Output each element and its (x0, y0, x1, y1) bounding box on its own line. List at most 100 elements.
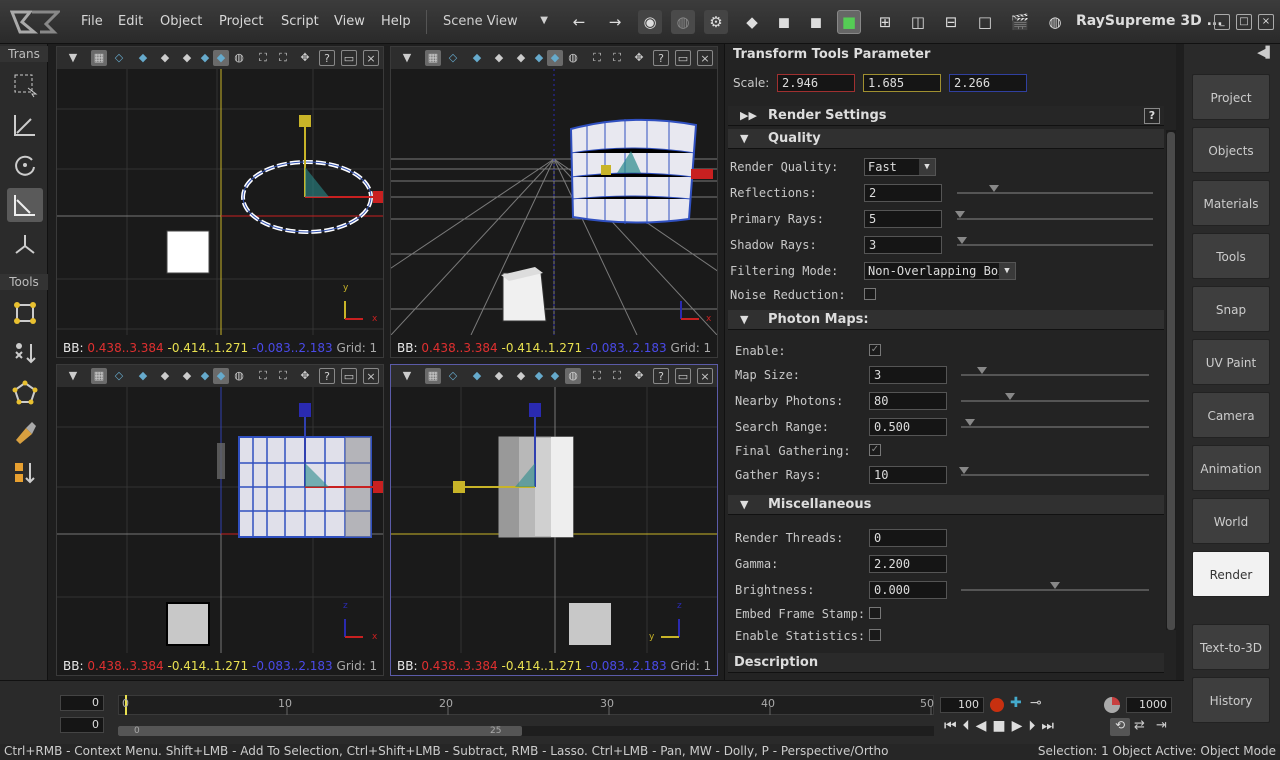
fit-view-icon[interactable]: ⛶ (589, 368, 605, 384)
tab-project[interactable]: Project (1192, 74, 1270, 120)
tab-snap[interactable]: Snap (1192, 286, 1270, 332)
search-range-field[interactable] (869, 418, 947, 436)
remove-keyframe-icon[interactable]: ⊸ (1030, 695, 1042, 711)
grid-toggle-icon[interactable]: ▦ (91, 368, 107, 384)
enable-checkbox[interactable]: ✓ (869, 344, 881, 356)
record-icon[interactable] (990, 698, 1004, 712)
zoom-fit-icon[interactable]: ⛶ (609, 50, 625, 66)
end-frame-field[interactable]: 100 (940, 697, 984, 713)
render-region-icon[interactable]: ◍ (671, 10, 695, 34)
render-settings-icon[interactable]: ⚙ (704, 10, 728, 34)
viewport-menu-icon[interactable]: ▼ (65, 50, 81, 66)
shade-flat-icon[interactable]: ◼ (772, 10, 796, 34)
maximize-icon[interactable]: ▭ (341, 368, 357, 384)
slider-handle[interactable] (959, 467, 969, 474)
slider-handle[interactable] (965, 419, 975, 426)
viewport-front[interactable]: ▼ ▦ ◇ ◆ ◆ ◆ ◆ ◆ ◍ ⛶ ⛶ ✥ ? ▭ × z x BB: 0.… (56, 364, 384, 676)
cube-icon[interactable]: ◆ (547, 368, 563, 384)
menu-edit[interactable]: Edit (118, 14, 143, 29)
shade-smooth-icon[interactable]: ◼ (804, 10, 828, 34)
select-tool-icon[interactable] (7, 68, 43, 102)
cube-icon[interactable]: ◆ (135, 50, 151, 66)
cube-icon[interactable]: ◆ (491, 50, 507, 66)
stop-icon[interactable]: ■ (992, 718, 1011, 734)
cube-icon[interactable]: ◆ (531, 368, 547, 384)
enable-statistics-checkbox[interactable] (869, 629, 881, 641)
cube-icon[interactable]: ◆ (469, 50, 485, 66)
reflections-slider[interactable] (957, 192, 1153, 194)
current-frame-field[interactable]: 0 (60, 717, 104, 733)
tab-tools[interactable]: Tools (1192, 233, 1270, 279)
prev-frame-icon[interactable]: ◀ (976, 718, 993, 734)
render-icon[interactable]: ◉ (638, 10, 662, 34)
cube-icon[interactable]: ◆ (547, 50, 563, 66)
wire-cube-icon[interactable]: ◇ (111, 50, 127, 66)
fit-view-icon[interactable]: ⛶ (589, 50, 605, 66)
close-icon[interactable]: × (697, 368, 713, 384)
map-size-field[interactable] (869, 366, 947, 384)
cube-icon[interactable]: ◆ (491, 368, 507, 384)
menu-project[interactable]: Project (219, 14, 263, 29)
align-tool-icon[interactable] (7, 336, 43, 370)
cube-icon[interactable]: ◆ (213, 50, 229, 66)
cube-object[interactable] (569, 603, 611, 645)
clapper-icon[interactable]: 🎬 (1008, 10, 1032, 34)
paint-tool-icon[interactable] (7, 416, 43, 450)
step-back-icon[interactable]: ⏴ (963, 718, 976, 734)
gather-rays-field[interactable] (869, 466, 947, 484)
gamma-field[interactable] (869, 555, 947, 573)
scale-tool-icon[interactable] (7, 108, 43, 142)
help-icon[interactable]: ? (319, 50, 335, 66)
minimize-icon[interactable]: _ (1214, 14, 1230, 30)
help-icon[interactable]: ? (653, 368, 669, 384)
sphere-icon[interactable]: ◍ (565, 368, 581, 384)
menu-file[interactable]: File (81, 14, 103, 29)
menu-view[interactable]: View (334, 14, 365, 29)
cube-icon[interactable]: ◆ (179, 368, 195, 384)
tab-history[interactable]: History (1192, 677, 1270, 723)
next-frame-icon[interactable]: ⏵ (1028, 718, 1041, 734)
rotate-tool-icon[interactable] (7, 148, 43, 182)
close-icon[interactable]: × (363, 368, 379, 384)
nearby-photons-field[interactable] (869, 392, 947, 410)
zoom-fit-icon[interactable]: ⛶ (275, 368, 291, 384)
close-icon[interactable]: × (1258, 14, 1274, 30)
map-size-slider[interactable] (961, 374, 1149, 376)
tab-objects[interactable]: Objects (1192, 127, 1270, 173)
shadow-rays-field[interactable] (864, 236, 942, 254)
slider-handle[interactable] (957, 237, 967, 244)
search-range-slider[interactable] (961, 426, 1149, 428)
cube-icon[interactable]: ◆ (197, 50, 213, 66)
vertex-tool-icon[interactable] (7, 296, 43, 330)
cube-icon[interactable]: ◆ (513, 50, 529, 66)
slider-handle[interactable] (977, 367, 987, 374)
cube-icon[interactable]: ◆ (179, 50, 195, 66)
play-once-icon[interactable]: ⇥ (1156, 718, 1167, 733)
shade-textured-icon[interactable]: ■ (837, 10, 861, 34)
menu-help[interactable]: Help (381, 14, 411, 29)
viewport-menu-icon[interactable]: ▼ (399, 368, 415, 384)
sphere-icon[interactable]: ◍ (231, 368, 247, 384)
maximize-icon[interactable]: ▭ (675, 368, 691, 384)
slider-handle[interactable] (989, 185, 999, 192)
gather-rays-slider[interactable] (961, 474, 1149, 476)
cube-icon[interactable]: ◆ (531, 50, 547, 66)
pan-icon[interactable]: ✥ (631, 50, 647, 66)
photon-maps-section-header[interactable]: ▼ Photon Maps: (728, 310, 1164, 330)
distribute-tool-icon[interactable] (7, 456, 43, 490)
back-arrow-icon[interactable]: ← (567, 10, 591, 34)
shade-wire-icon[interactable]: ◆ (740, 10, 764, 34)
sphere-icon[interactable]: ◍ (565, 50, 581, 66)
menu-object[interactable]: Object (160, 14, 202, 29)
filtering-mode-dropdown[interactable]: Non-Overlapping Box ▼ (864, 262, 1016, 280)
timeline-scroll-thumb[interactable] (118, 726, 522, 736)
fit-view-icon[interactable]: ⛶ (255, 368, 271, 384)
cube-icon[interactable]: ◆ (157, 368, 173, 384)
embed-frame-stamp-checkbox[interactable] (869, 607, 881, 619)
menu-script[interactable]: Script (281, 14, 319, 29)
miscellaneous-section-header[interactable]: ▼ Miscellaneous (728, 495, 1164, 515)
cube-object[interactable] (166, 230, 210, 274)
layout-horizontal-icon[interactable]: ⊟ (939, 10, 963, 34)
zoom-fit-icon[interactable]: ⛶ (609, 368, 625, 384)
collapse-panel-icon[interactable]: ◀▌ (1257, 46, 1274, 59)
